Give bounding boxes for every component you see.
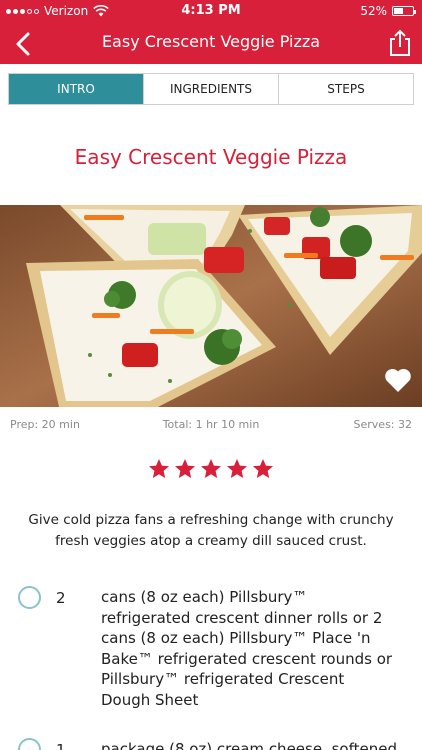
recipe-title: Easy Crescent Veggie Pizza	[74, 145, 348, 169]
ingredient-checkbox[interactable]	[18, 738, 41, 750]
star-icon	[149, 459, 169, 478]
recipe-photo	[0, 205, 422, 407]
ingredient-quantity: 2	[56, 589, 66, 607]
battery-level-fill	[394, 8, 404, 14]
nav-title: Easy Crescent Veggie Pizza	[101, 32, 321, 51]
star-icon	[201, 459, 221, 478]
star-icon	[227, 459, 247, 478]
ingredient-text: package (8 oz) cream cheese, softened	[101, 740, 396, 750]
battery-percent: 52%	[360, 4, 387, 18]
status-right: 52%	[360, 4, 416, 18]
tab-intro[interactable]: INTRO	[9, 74, 144, 104]
star-rating	[0, 458, 422, 480]
share-icon[interactable]	[386, 28, 414, 58]
status-time: 4:13 PM	[181, 3, 241, 18]
ingredient-checkbox[interactable]	[18, 586, 41, 609]
tab-ingredients[interactable]: INGREDIENTS	[144, 74, 279, 104]
star-icon	[253, 459, 273, 478]
star-icon	[175, 459, 195, 478]
navigation-bar: Easy Crescent Veggie Pizza	[0, 22, 422, 64]
heart-icon[interactable]	[384, 367, 412, 393]
battery-icon	[392, 6, 416, 16]
status-bar: Verizon 4:13 PM 52%	[0, 0, 422, 22]
recipe-description: Give cold pizza fans a refreshing change…	[28, 512, 394, 549]
tab-steps[interactable]: STEPS	[279, 74, 413, 104]
chevron-left-icon[interactable]	[10, 30, 38, 58]
ingredient-quantity: 1	[56, 741, 66, 750]
recipe-meta: Prep: 20 min Total: 1 hr 10 min Serves: …	[0, 418, 422, 434]
segmented-tabs: INTRO INGREDIENTS STEPS	[8, 73, 414, 105]
ingredient-text: cans (8 oz each) Pillsbury™ refrigerated…	[101, 588, 393, 709]
veggie-pizza-image	[0, 205, 422, 407]
serves-count: Serves: 32	[353, 418, 412, 431]
